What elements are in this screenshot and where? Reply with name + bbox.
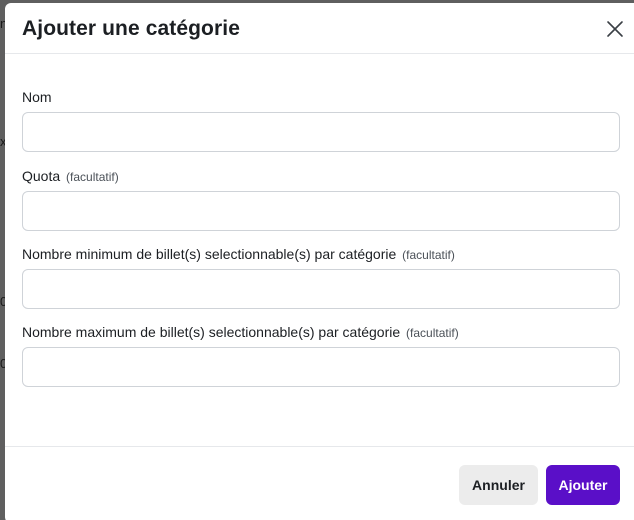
min-tickets-input[interactable]	[22, 269, 620, 309]
modal-header: Ajouter une catégorie	[5, 3, 634, 54]
min-tickets-label: Nombre minimum de billet(s) selectionnab…	[22, 246, 455, 262]
close-button[interactable]	[606, 20, 624, 38]
cancel-button[interactable]: Annuler	[459, 465, 538, 505]
quota-label-text: Quota	[22, 168, 61, 184]
max-tickets-label: Nombre maximum de billet(s) selectionnab…	[22, 324, 459, 340]
add-button[interactable]: Ajouter	[546, 465, 620, 505]
min-tickets-optional-hint: (facultatif)	[402, 248, 455, 262]
quota-label: Quota (facultatif)	[22, 168, 119, 184]
max-tickets-optional-hint: (facultatif)	[406, 326, 459, 340]
close-icon	[606, 20, 624, 38]
name-input[interactable]	[22, 112, 620, 152]
name-label: Nom	[22, 89, 52, 105]
max-tickets-label-text: Nombre maximum de billet(s) selectionnab…	[22, 324, 401, 340]
modal-title: Ajouter une catégorie	[22, 17, 240, 40]
max-tickets-input[interactable]	[22, 347, 620, 387]
add-category-modal: Ajouter une catégorie Nom Quota (faculta…	[5, 3, 634, 520]
modal-footer: Annuler Ajouter	[5, 446, 634, 520]
name-label-text: Nom	[22, 89, 52, 105]
quota-input[interactable]	[22, 191, 620, 231]
quota-optional-hint: (facultatif)	[66, 170, 119, 184]
min-tickets-label-text: Nombre minimum de billet(s) selectionnab…	[22, 246, 397, 262]
